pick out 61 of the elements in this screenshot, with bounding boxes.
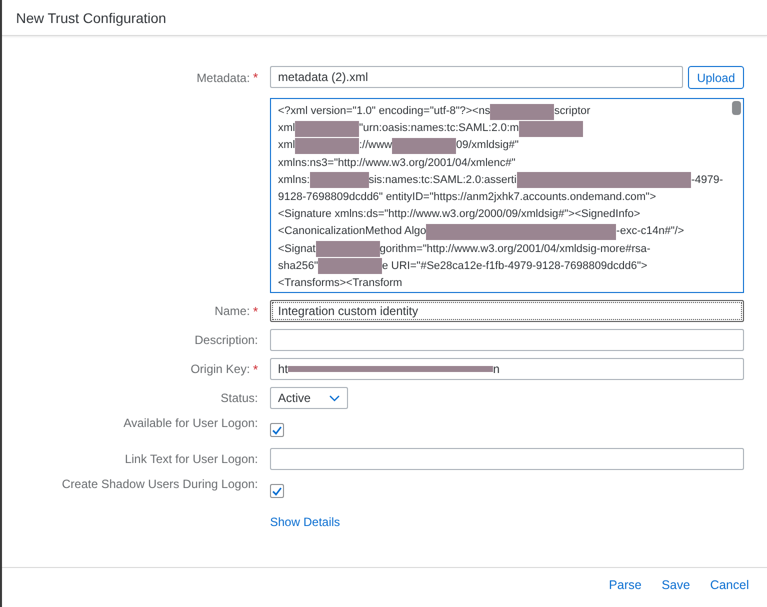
- redaction-block: [295, 138, 360, 154]
- dialog-title: New Trust Configuration: [16, 10, 166, 26]
- file-field[interactable]: metadata (2).xml: [270, 66, 683, 88]
- checkbox[interactable]: [270, 484, 284, 498]
- code-text: xml: [278, 138, 296, 154]
- footer-button[interactable]: Save: [654, 574, 698, 596]
- field-label: Link Text for User Logon:: [124, 452, 258, 466]
- field-label: Metadata:: [196, 70, 250, 84]
- metadata-text-area[interactable]: [270, 98, 744, 293]
- code-text: -4979-: [691, 172, 723, 188]
- code-text: scriptor: [554, 104, 590, 119]
- redaction-block: [316, 241, 380, 258]
- redaction-block: [490, 104, 554, 120]
- code-text: ://www: [359, 138, 392, 154]
- input-field[interactable]: ht n: [270, 358, 744, 380]
- required-mark: *: [252, 362, 258, 376]
- field-label: Origin Key:: [190, 362, 250, 376]
- redaction-block: [518, 120, 583, 137]
- code-text: xml: [278, 121, 296, 136]
- redaction-block: [318, 258, 382, 274]
- field-text: ht: [278, 362, 288, 376]
- scrollbar-thumb[interactable]: [732, 101, 741, 115]
- code-text: 09/xmldsig#": [456, 138, 519, 154]
- code-text: <Signature xmlns:ds="http://www.w3.org/2000/09/xmldsig#"><SignedInfo>: [278, 207, 640, 222]
- code-text: e URI="#Se28ca12e-f1fb-4979-9128-7698809dcdd6">: [382, 258, 648, 274]
- code-text: <?xml version="1.0" encoding="utf-8"?><ns: [278, 104, 490, 119]
- footer-button[interactable]: Parse: [600, 574, 650, 596]
- required-mark: *: [252, 304, 258, 318]
- code-text: sis:names:tc:SAML:2.0:asserti: [368, 172, 517, 188]
- code-text: gorithm="http://www.w3.org/2001/04/xmldsig-more#rsa-: [380, 242, 650, 257]
- code-text: <Transforms><Transform: [278, 276, 402, 292]
- field-label: Create Shadow Users During Logon:: [62, 477, 258, 491]
- code-text: xmlns:: [278, 172, 310, 188]
- input-field[interactable]: [270, 448, 744, 470]
- field-text: Integration custom identity: [278, 304, 418, 318]
- required-mark: *: [252, 70, 258, 85]
- check-icon: [272, 426, 282, 434]
- footer-button[interactable]: Cancel: [702, 574, 757, 596]
- input-field[interactable]: Integration custom identity: [270, 300, 744, 322]
- code-text: sha256": [278, 258, 318, 274]
- field-text: n: [493, 362, 500, 376]
- input-field[interactable]: [270, 329, 744, 351]
- code-text: 9128-7698809dcdd6" entityID="https://anm2jxhk7.accounts.ondemand.com">: [278, 190, 656, 206]
- chevron-down-icon: [329, 394, 340, 402]
- code-text: "urn:oasis:names:tc:SAML:2.0:m: [359, 121, 519, 136]
- field-label: Available for User Logon:: [123, 416, 258, 430]
- status-select[interactable]: Active: [270, 387, 348, 409]
- check-icon: [272, 486, 282, 496]
- redaction-block: [295, 120, 360, 137]
- code-text: <CanonicalizationMethod Algo: [278, 224, 426, 240]
- checkbox[interactable]: [270, 423, 284, 437]
- field-label: Name:: [214, 304, 250, 318]
- field-label: Status:: [220, 391, 258, 405]
- redaction-block: [310, 172, 369, 188]
- code-text: <Signat: [278, 242, 316, 257]
- field-label: Description:: [194, 333, 258, 347]
- upload-button[interactable]: Upload: [688, 66, 744, 89]
- code-text: xmlns:ns3="http://www.w3.org/2001/04/xmlenc#": [278, 156, 516, 171]
- code-text: -exc-c14n#"/>: [616, 224, 684, 240]
- show-details-link[interactable]: Show Details: [270, 515, 340, 529]
- redaction-block: [392, 138, 456, 154]
